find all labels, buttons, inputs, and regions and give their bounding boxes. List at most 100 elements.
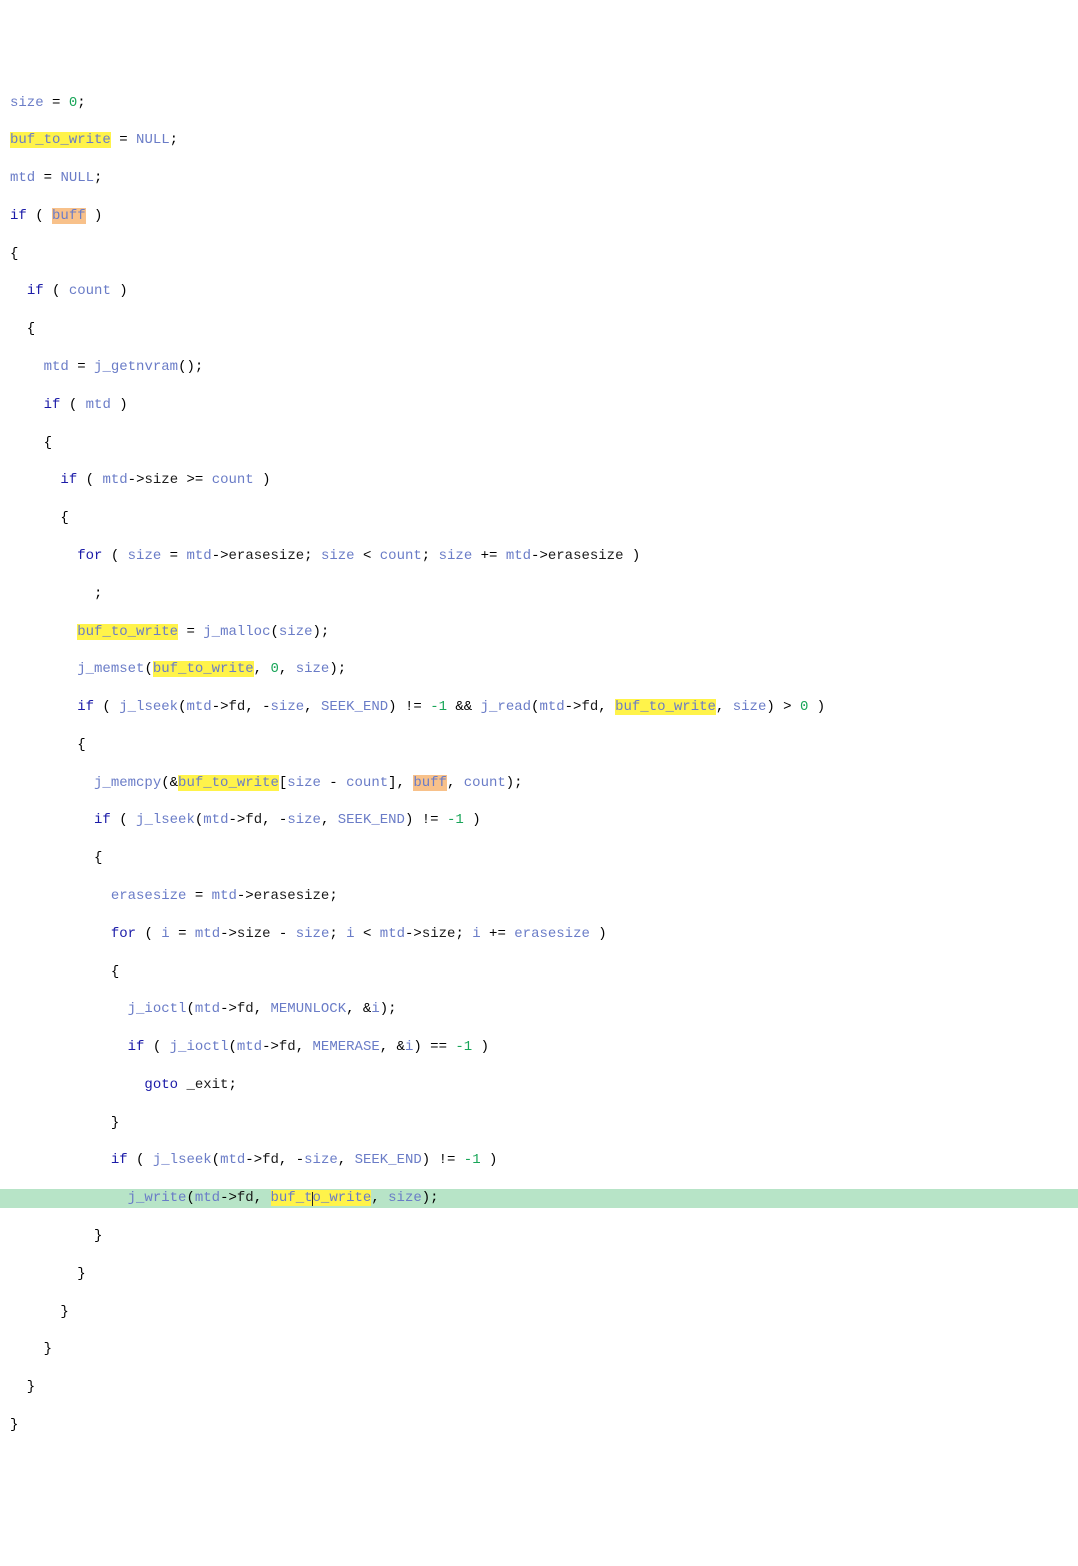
code-line: size = 0; [10,94,1068,113]
code-line: if ( count ) [10,282,1068,301]
number-literal: 0 [69,95,77,111]
function-call: j_memset [77,661,144,677]
code-line: { [10,320,1068,339]
identifier: mtd [220,1152,245,1168]
identifier: mtd [186,699,211,715]
identifier: size [287,775,321,791]
identifier: mtd [506,548,531,564]
identifier: mtd [195,1190,220,1206]
identifier: size [321,548,355,564]
code-line: if ( buff ) [10,207,1068,226]
field: erasesize [229,548,305,564]
constant: SEEK_END [355,1152,422,1168]
identifier: count [464,775,506,791]
field: fd [237,1001,254,1017]
code-line: for ( i = mtd->size - size; i < mtd->siz… [10,925,1068,944]
identifier: mtd [10,170,35,186]
keyword: if [94,812,111,828]
keyword: if [60,472,77,488]
identifier: count [212,472,254,488]
identifier: count [380,548,422,564]
code-line: } [10,1265,1068,1284]
identifier: mtd [195,1001,220,1017]
identifier: erasesize [514,926,590,942]
code-line: } [10,1416,1068,1435]
code-line: { [10,963,1068,982]
number-literal: -1 [464,1152,481,1168]
keyword: for [111,926,136,942]
keyword: if [44,397,61,413]
identifier: mtd [44,359,69,375]
highlighted-identifier: buf_to_write [271,1190,372,1206]
identifier: i [161,926,169,942]
constant: MEMUNLOCK [271,1001,347,1017]
function-call: j_getnvram [94,359,178,375]
identifier: size [128,548,162,564]
field: size [422,926,456,942]
code-line: mtd = j_getnvram(); [10,358,1068,377]
identifier: size [388,1190,422,1206]
function-call: j_ioctl [128,1001,187,1017]
function-call: j_lseek [153,1152,212,1168]
code-line: buf_to_write = NULL; [10,131,1068,150]
code-line: mtd = NULL; [10,169,1068,188]
identifier: erasesize [111,888,187,904]
identifier: i [405,1039,413,1055]
highlighted-identifier: buff [52,208,86,224]
field: size [144,472,178,488]
function-call: j_lseek [136,812,195,828]
identifier: mtd [237,1039,262,1055]
identifier: mtd [212,888,237,904]
highlighted-identifier: buff [413,775,447,791]
identifier: size [10,95,44,111]
code-line: ; [10,585,1068,604]
number-literal: -1 [447,812,464,828]
code-line: { [10,245,1068,264]
identifier: size [287,812,321,828]
identifier: size [271,699,305,715]
identifier: mtd [195,926,220,942]
code-line: goto _exit; [10,1076,1068,1095]
code-viewer: size = 0; buf_to_write = NULL; mtd = NUL… [10,94,1068,1454]
identifier: mtd [86,397,111,413]
current-line[interactable]: j_write(mtd->fd, buf_to_write, size); [0,1189,1078,1208]
keyword: if [10,208,27,224]
identifier: size [304,1152,338,1168]
identifier: i [472,926,480,942]
code-line: for ( size = mtd->erasesize; size < coun… [10,547,1068,566]
highlighted-identifier: buf_to_write [153,661,254,677]
code-line: } [10,1227,1068,1246]
code-line: erasesize = mtd->erasesize; [10,887,1068,906]
code-line: } [10,1303,1068,1322]
field: erasesize [254,888,330,904]
code-line: } [10,1114,1068,1133]
highlighted-identifier: buf_to_write [615,699,716,715]
identifier: mtd [186,548,211,564]
highlighted-identifier: buf_to_write [77,624,178,640]
field: fd [237,1190,254,1206]
function-call: j_write [128,1190,187,1206]
label: _exit [186,1077,228,1093]
code-line: { [10,736,1068,755]
constant: SEEK_END [321,699,388,715]
field: fd [279,1039,296,1055]
function-call: j_malloc [203,624,270,640]
highlighted-identifier: buf_to_write [10,132,111,148]
code-line: if ( mtd->size >= count ) [10,471,1068,490]
field: fd [245,812,262,828]
identifier: size [296,926,330,942]
field: fd [229,699,246,715]
number-literal: -1 [455,1039,472,1055]
code-line: { [10,434,1068,453]
function-call: j_ioctl [170,1039,229,1055]
identifier: count [346,775,388,791]
identifier: mtd [380,926,405,942]
identifier: size [439,548,473,564]
code-line: } [10,1340,1068,1359]
identifier: i [346,926,354,942]
code-line: buf_to_write = j_malloc(size); [10,623,1068,642]
identifier: mtd [539,699,564,715]
number-literal: 0 [270,661,278,677]
code-line: { [10,849,1068,868]
keyword: if [77,699,94,715]
